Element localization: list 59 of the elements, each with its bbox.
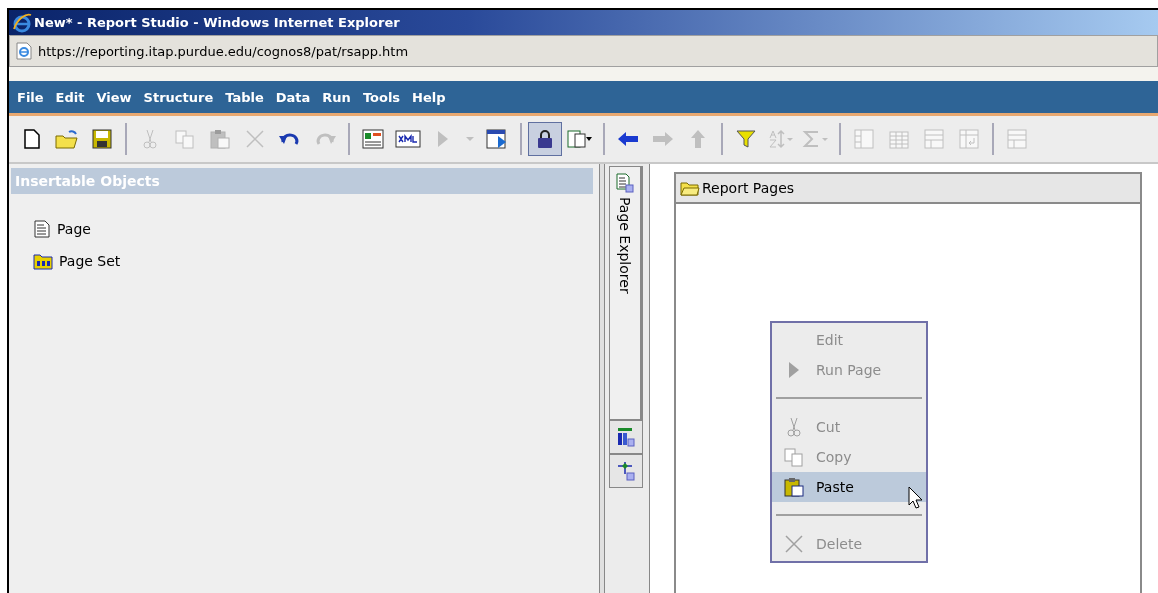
scissors-icon (786, 417, 802, 437)
menu-item[interactable]: View (96, 89, 132, 105)
folder-icon (680, 180, 700, 196)
menu-item[interactable]: Help (412, 89, 446, 105)
scissors-icon (142, 129, 158, 149)
browser-logo-icon (12, 12, 32, 33)
menu-item[interactable]: Data (275, 89, 311, 105)
play-icon (436, 129, 450, 149)
delete-x-icon (784, 534, 804, 554)
menu-item[interactable]: Tools (362, 89, 401, 105)
query-explorer-icon (617, 427, 635, 447)
menu-item[interactable]: Edit (55, 89, 85, 105)
insertable-object[interactable]: Page Set (33, 252, 121, 270)
xml-icon (395, 130, 421, 148)
menu-item[interactable]: Structure (143, 89, 214, 105)
clipboard-icon (210, 129, 230, 149)
page-explorer-icon (616, 173, 634, 193)
panel-header: Insertable Objects (11, 168, 593, 194)
window-title: New* - Report Studio - Windows Internet Explorer (34, 15, 400, 30)
row-layout-icon (1007, 129, 1027, 149)
sigma-icon (802, 129, 830, 149)
menu-item[interactable]: File (17, 89, 44, 105)
right-arrow-icon (652, 131, 674, 147)
url-text: https://reporting.itap.purdue.edu/cognos8/pat/rsapp.htm (38, 43, 409, 59)
layout-icon (567, 129, 593, 149)
table-icon (889, 129, 909, 149)
pivot-icon (959, 129, 979, 149)
menu-item[interactable]: Table (225, 89, 264, 105)
side-tab[interactable]: Page Explorer (609, 166, 643, 420)
toolbar-button[interactable] (528, 122, 562, 156)
condition-explorer-icon (617, 461, 635, 481)
address-bar[interactable]: https://reporting.itap.purdue.edu/cognos8/pat/rsapp.htm (9, 35, 1158, 67)
clipboard-icon (784, 477, 804, 497)
caret-icon (465, 135, 475, 143)
delete-x-icon (245, 129, 265, 149)
copy-icon (175, 129, 195, 149)
insertable-object[interactable]: Page (33, 220, 91, 238)
panel-title: Report Pages (702, 180, 795, 196)
checklist-icon (362, 129, 384, 149)
page-view-icon (486, 129, 508, 149)
new-document-icon (23, 129, 41, 149)
page-set-icon (33, 252, 53, 270)
copy-icon (784, 447, 804, 467)
sort-icon (768, 129, 794, 149)
left-arrow-icon (617, 131, 639, 147)
up-arrow-icon (690, 129, 706, 149)
web-page-icon (16, 42, 32, 60)
column-layout-icon (854, 129, 874, 149)
side-tab[interactable] (609, 454, 643, 488)
menu-item[interactable]: Run (322, 89, 351, 105)
page-icon (33, 220, 51, 238)
folder-icon (55, 129, 79, 149)
play-icon (787, 360, 801, 380)
menu-item[interactable]: Paste (772, 472, 926, 502)
funnel-icon (736, 129, 756, 149)
mouse-cursor-icon (908, 486, 924, 510)
side-tab[interactable] (609, 420, 643, 454)
lock-icon (537, 129, 553, 149)
row-layout-icon (924, 129, 944, 149)
